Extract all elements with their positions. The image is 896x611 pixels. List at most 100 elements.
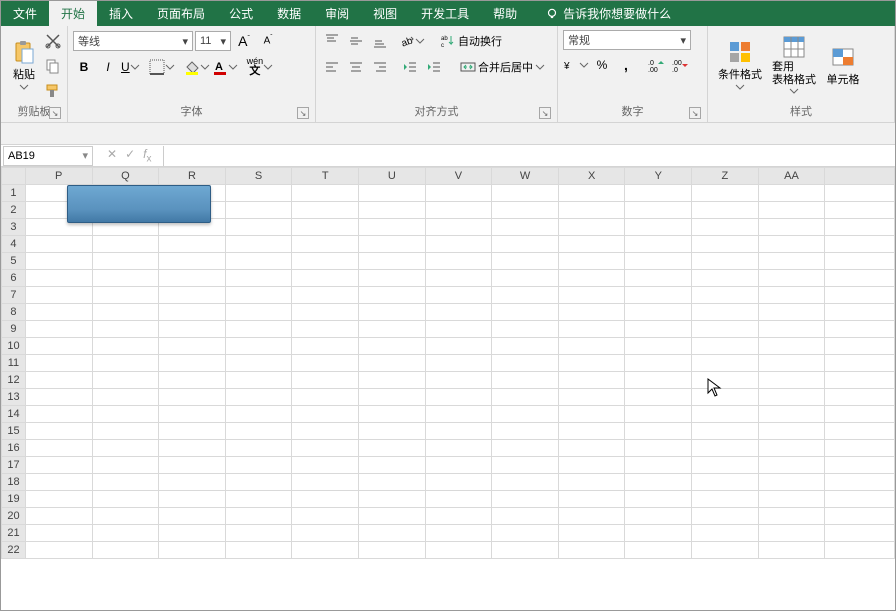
cell-Z13[interactable] xyxy=(692,389,759,406)
row-header-17[interactable]: 17 xyxy=(2,457,26,474)
cell-AA4[interactable] xyxy=(758,236,825,253)
col-header-P[interactable]: P xyxy=(25,168,92,185)
select-all[interactable] xyxy=(2,168,26,185)
cell-V11[interactable] xyxy=(425,355,492,372)
cell-T1[interactable] xyxy=(292,185,359,202)
cell-U8[interactable] xyxy=(358,304,425,321)
cell-P9[interactable] xyxy=(25,321,92,338)
cell-U1[interactable] xyxy=(358,185,425,202)
cell-W21[interactable] xyxy=(492,525,559,542)
cell-X12[interactable] xyxy=(558,372,625,389)
clipboard-launcher[interactable]: ↘ xyxy=(49,107,61,119)
cell-Z9[interactable] xyxy=(692,321,759,338)
cell-Q10[interactable] xyxy=(92,338,159,355)
pinyin-button[interactable]: wén文 xyxy=(247,57,274,77)
cell-U14[interactable] xyxy=(358,406,425,423)
shrink-font-button[interactable]: Aˇ xyxy=(257,30,279,52)
cell-Q19[interactable] xyxy=(92,491,159,508)
tab-insert[interactable]: 插入 xyxy=(97,1,145,26)
cell-U4[interactable] xyxy=(358,236,425,253)
cell-U3[interactable] xyxy=(358,219,425,236)
cell-S22[interactable] xyxy=(225,542,292,559)
cell-S9[interactable] xyxy=(225,321,292,338)
number-launcher[interactable]: ↘ xyxy=(689,107,701,119)
cell-Z5[interactable] xyxy=(692,253,759,270)
name-box[interactable]: AB19▾ xyxy=(3,146,93,166)
cell-P5[interactable] xyxy=(25,253,92,270)
cell-V22[interactable] xyxy=(425,542,492,559)
cell-R16[interactable] xyxy=(159,440,226,457)
cell-R14[interactable] xyxy=(159,406,226,423)
cell-S3[interactable] xyxy=(225,219,292,236)
cell-T22[interactable] xyxy=(292,542,359,559)
cell-V3[interactable] xyxy=(425,219,492,236)
cell-W10[interactable] xyxy=(492,338,559,355)
cell-Y22[interactable] xyxy=(625,542,692,559)
cell-Y4[interactable] xyxy=(625,236,692,253)
cell-Z22[interactable] xyxy=(692,542,759,559)
cell-AA11[interactable] xyxy=(758,355,825,372)
cell-W14[interactable] xyxy=(492,406,559,423)
cell-AA9[interactable] xyxy=(758,321,825,338)
align-right-button[interactable] xyxy=(369,56,391,78)
tell-me[interactable]: 告诉我你想要做什么 xyxy=(535,1,681,26)
cell-W6[interactable] xyxy=(492,270,559,287)
orientation-button[interactable]: ab xyxy=(399,33,425,49)
row-header-6[interactable]: 6 xyxy=(2,270,26,287)
cell-Y20[interactable] xyxy=(625,508,692,525)
cell-V15[interactable] xyxy=(425,423,492,440)
cell-Z21[interactable] xyxy=(692,525,759,542)
align-middle-button[interactable] xyxy=(345,30,367,52)
cell-P19[interactable] xyxy=(25,491,92,508)
cell-T14[interactable] xyxy=(292,406,359,423)
cell-V17[interactable] xyxy=(425,457,492,474)
row-header-14[interactable]: 14 xyxy=(2,406,26,423)
cell-T4[interactable] xyxy=(292,236,359,253)
cell-X9[interactable] xyxy=(558,321,625,338)
col-header-T[interactable]: T xyxy=(292,168,359,185)
row-header-9[interactable]: 9 xyxy=(2,321,26,338)
cell-Q11[interactable] xyxy=(92,355,159,372)
cell-V7[interactable] xyxy=(425,287,492,304)
cell-S15[interactable] xyxy=(225,423,292,440)
cell-AA2[interactable] xyxy=(758,202,825,219)
fx-button[interactable]: fx xyxy=(143,147,151,164)
cell-Z2[interactable] xyxy=(692,202,759,219)
wrap-text-button[interactable]: abc自动换行 xyxy=(437,30,505,52)
cell-X19[interactable] xyxy=(558,491,625,508)
cell-AA8[interactable] xyxy=(758,304,825,321)
cell-W19[interactable] xyxy=(492,491,559,508)
cell-X7[interactable] xyxy=(558,287,625,304)
cell-Z1[interactable] xyxy=(692,185,759,202)
cell-Q8[interactable] xyxy=(92,304,159,321)
cell-S14[interactable] xyxy=(225,406,292,423)
cell-X6[interactable] xyxy=(558,270,625,287)
cell-S18[interactable] xyxy=(225,474,292,491)
cell-Z11[interactable] xyxy=(692,355,759,372)
cell-T5[interactable] xyxy=(292,253,359,270)
cell-P15[interactable] xyxy=(25,423,92,440)
cell-Y3[interactable] xyxy=(625,219,692,236)
cell-W17[interactable] xyxy=(492,457,559,474)
cell-R6[interactable] xyxy=(159,270,226,287)
cell-U15[interactable] xyxy=(358,423,425,440)
cell-Q7[interactable] xyxy=(92,287,159,304)
cell-P20[interactable] xyxy=(25,508,92,525)
cell-R13[interactable] xyxy=(159,389,226,406)
cell-T16[interactable] xyxy=(292,440,359,457)
cell-W20[interactable] xyxy=(492,508,559,525)
cell-Y11[interactable] xyxy=(625,355,692,372)
cell-Q12[interactable] xyxy=(92,372,159,389)
underline-button[interactable]: U xyxy=(121,60,140,74)
cell-T13[interactable] xyxy=(292,389,359,406)
cell-U10[interactable] xyxy=(358,338,425,355)
cell-Q14[interactable] xyxy=(92,406,159,423)
cell-AA17[interactable] xyxy=(758,457,825,474)
cell-T15[interactable] xyxy=(292,423,359,440)
cell-V16[interactable] xyxy=(425,440,492,457)
cell-X16[interactable] xyxy=(558,440,625,457)
cell-X5[interactable] xyxy=(558,253,625,270)
cell-Z15[interactable] xyxy=(692,423,759,440)
cell-R7[interactable] xyxy=(159,287,226,304)
cell-Z10[interactable] xyxy=(692,338,759,355)
